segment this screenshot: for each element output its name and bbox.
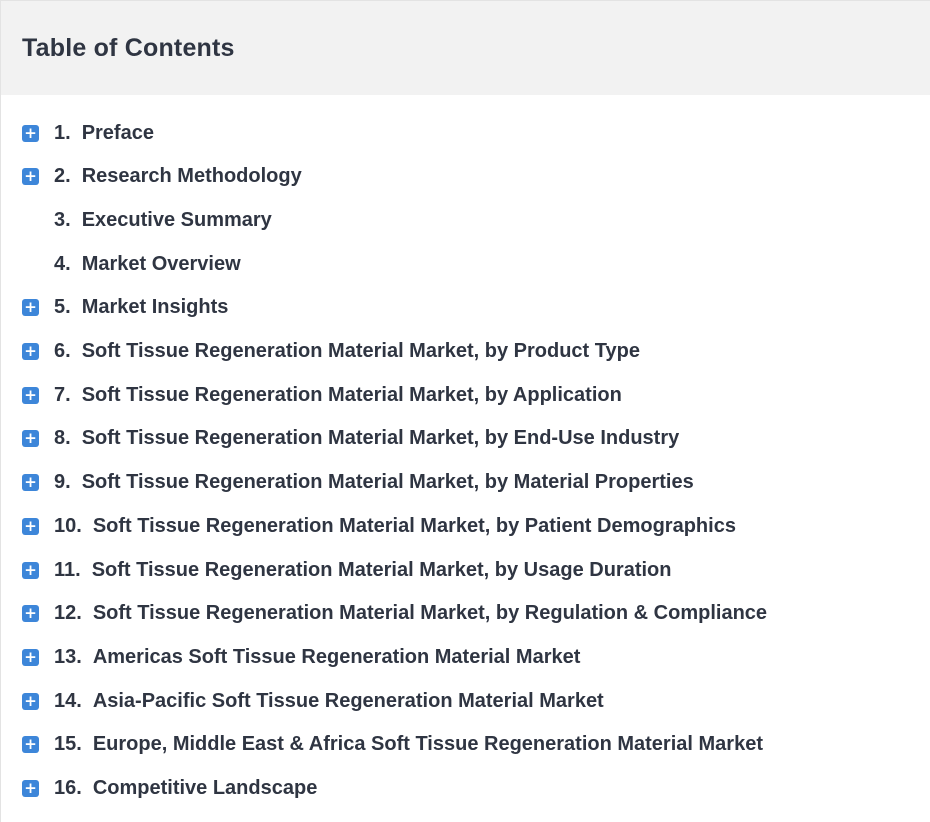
toc-item-link[interactable]: 5. Market Insights	[54, 296, 228, 319]
toc-item[interactable]: +9. Soft Tissue Regeneration Material Mar…	[1, 468, 911, 498]
toc-item[interactable]: +10. Soft Tissue Regeneration Material Ma…	[1, 511, 911, 541]
expand-plus-icon[interactable]: +	[22, 780, 39, 797]
toc-item-link[interactable]: 10. Soft Tissue Regeneration Material Mar…	[54, 515, 736, 538]
toc-item-link[interactable]: 4. Market Overview	[54, 253, 241, 276]
expand-plus-icon[interactable]: +	[22, 124, 39, 142]
toc-item[interactable]: +14. Asia-Pacific Soft Tissue Regeneratio…	[1, 686, 911, 716]
toc-item[interactable]: +7. Soft Tissue Regeneration Material Mar…	[1, 380, 911, 410]
toc-item[interactable]: +13. Americas Soft Tissue Regeneration Ma…	[1, 642, 911, 672]
toc-item-link[interactable]: 3. Executive Summary	[54, 209, 272, 232]
expand-plus-icon[interactable]: +	[22, 430, 39, 448]
toc-item-number: 3.	[54, 208, 71, 231]
toc-item-label: Asia-Pacific Soft Tissue Regeneration Ma…	[92, 689, 604, 712]
expand-plus-icon[interactable]: +	[22, 168, 39, 186]
toc-item-number: 4.	[54, 252, 71, 275]
toc-item-link[interactable]: 2. Research Methodology	[54, 165, 302, 188]
toc-item-link[interactable]: 8. Soft Tissue Regeneration Material Mark…	[54, 427, 679, 450]
toc-item[interactable]: +8. Soft Tissue Regeneration Material Mar…	[1, 424, 911, 454]
expand-plus-icon[interactable]: +	[22, 648, 39, 666]
toc-item-label: Soft Tissue Regeneration Material Market…	[92, 602, 768, 625]
toc-item[interactable]: +16. Competitive Landscape	[1, 774, 911, 804]
toc-item-number: 10.	[54, 514, 82, 537]
toc-item-link[interactable]: 9. Soft Tissue Regeneration Material Mark…	[54, 471, 694, 494]
toc-item[interactable]: 4. Market Overview	[1, 249, 911, 279]
toc-item-number: 2.	[54, 165, 71, 188]
toc-header: Table of Contents	[1, 1, 930, 95]
expand-plus-icon[interactable]: +	[22, 605, 39, 623]
toc-item[interactable]: +5. Market Insights	[1, 293, 911, 323]
expand-plus-icon[interactable]: +	[22, 692, 39, 710]
toc-item-label: Soft Tissue Regeneration Material Market…	[91, 558, 672, 581]
expand-plus-icon[interactable]: +	[22, 561, 39, 579]
toc-item-link[interactable]: 14. Asia-Pacific Soft Tissue Regeneration…	[54, 690, 604, 713]
toc-item[interactable]: +11. Soft Tissue Regeneration Material Ma…	[1, 555, 911, 585]
toc-item[interactable]: 3. Executive Summary	[1, 205, 911, 235]
toc-item-label: Soft Tissue Regeneration Material Market…	[92, 514, 736, 537]
toc-item-number: 5.	[54, 296, 71, 319]
toc-item-link[interactable]: 1. Preface	[54, 122, 154, 145]
toc-item-number: 6.	[54, 340, 71, 362]
toc-item[interactable]: +2. Research Methodology	[1, 162, 911, 192]
toc-item-number: 13.	[54, 645, 82, 668]
toc-item-number: 11.	[54, 558, 81, 581]
expand-plus-icon[interactable]: +	[22, 343, 39, 360]
toc-item-number: 1.	[54, 121, 71, 144]
expand-plus-icon[interactable]: +	[22, 517, 39, 535]
toc-item-label: Research Methodology	[81, 165, 302, 188]
expand-plus-icon[interactable]: +	[22, 736, 39, 754]
toc-item[interactable]: +12. Soft Tissue Regeneration Material Ma…	[1, 599, 911, 629]
toc-item[interactable]: +1. Preface	[1, 118, 911, 148]
toc-item[interactable]: +6. Soft Tissue Regeneration Material Mar…	[1, 337, 911, 367]
toc-item-label: Soft Tissue Regeneration Material Market…	[81, 427, 680, 450]
expand-plus-icon[interactable]: +	[22, 386, 39, 404]
toc-item-number: 16.	[54, 777, 82, 799]
expand-plus-icon[interactable]: +	[22, 474, 39, 492]
toc-item-label: Europe, Middle East & Africa Soft Tissue…	[92, 733, 763, 756]
toc-item-link[interactable]: 7. Soft Tissue Regeneration Material Mark…	[54, 384, 622, 407]
toc-item-label: Soft Tissue Regeneration Material Market…	[81, 471, 694, 494]
toc-item-number: 7.	[54, 383, 71, 406]
toc-item-link[interactable]: 12. Soft Tissue Regeneration Material Mar…	[54, 602, 767, 625]
toc-item-label: Market Overview	[81, 252, 241, 275]
toc-item[interactable]: +15. Europe, Middle East & Africa Soft Ti…	[1, 730, 911, 760]
toc-item-label: Americas Soft Tissue Regeneration Materi…	[92, 645, 581, 668]
toc-item-link[interactable]: 6. Soft Tissue Regeneration Material Mark…	[54, 340, 640, 363]
toc-item-link[interactable]: 16. Competitive Landscape	[54, 777, 317, 800]
expand-plus-icon[interactable]: +	[22, 299, 39, 317]
toc-item-number: 9.	[54, 471, 71, 494]
toc-item-label: Preface	[81, 121, 154, 144]
toc-item-label: Soft Tissue Regeneration Material Market…	[81, 340, 640, 362]
toc-title: Table of Contents	[22, 33, 235, 62]
toc-item-number: 14.	[54, 689, 82, 712]
toc-item-link[interactable]: 15. Europe, Middle East & Africa Soft Tis…	[54, 733, 763, 756]
toc-item-number: 15.	[54, 733, 82, 756]
toc-item-number: 8.	[54, 427, 71, 450]
toc-item-label: Market Insights	[81, 296, 229, 319]
toc-item-number: 12.	[54, 602, 82, 625]
toc-item-label: Competitive Landscape	[92, 777, 318, 799]
toc-item-link[interactable]: 11. Soft Tissue Regeneration Material Mar…	[54, 559, 671, 582]
toc-item-label: Soft Tissue Regeneration Material Market…	[81, 383, 622, 406]
toc-item-link[interactable]: 13. Americas Soft Tissue Regeneration Mat…	[54, 646, 580, 669]
table-of-contents-panel: Table of Contents +1. Preface +2. Research …	[0, 0, 930, 822]
toc-item-label: Executive Summary	[81, 208, 272, 231]
